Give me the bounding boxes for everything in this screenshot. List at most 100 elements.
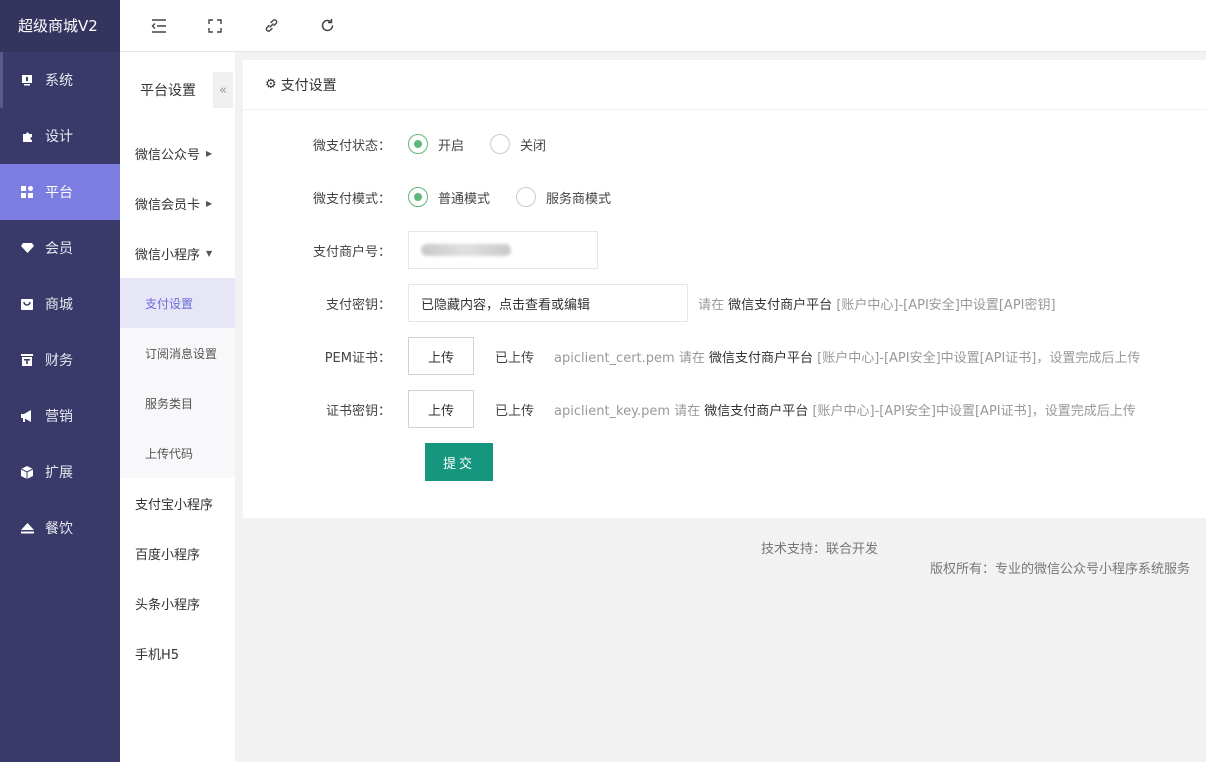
brand-title: 超级商城V2	[0, 0, 120, 52]
hint-platform: 微信支付商户平台	[728, 297, 833, 313]
merchant-id-label: 支付商户号：	[312, 244, 391, 260]
submenu-item-subscribe-message[interactable]: 订阅消息设置	[120, 328, 235, 378]
api-key-input[interactable]: 已隐藏内容，点击查看或编辑	[408, 284, 688, 322]
pem-hint: apiclient_cert.pem 请在 微信支付商户平台 [账户中心]-[A…	[554, 347, 1140, 366]
platform-submenu: 平台设置 « 微信公众号 ▶ 微信会员卡 ▶ 微信小程序 ▼ 支付设置 订阅消息…	[120, 52, 235, 762]
miniapp-submenu-group: 支付设置 订阅消息设置 服务类目 上传代码	[120, 278, 235, 478]
redacted-value	[421, 244, 511, 256]
grid-icon	[20, 185, 34, 199]
nav-item-marketing[interactable]: 营销	[0, 388, 120, 444]
submenu-item-baidu[interactable]: 百度小程序	[120, 528, 235, 578]
pay-status-label: 微支付状态：	[312, 138, 391, 154]
system-icon	[20, 73, 34, 87]
collapse-submenu-button[interactable]: «	[213, 72, 233, 108]
hint-text: apiclient_key.pem 请在	[554, 403, 701, 419]
submenu-item-wechat-miniapp[interactable]: 微信小程序 ▼	[120, 228, 235, 278]
nav-item-shop[interactable]: 商城	[0, 276, 120, 332]
main-sidebar: 超级商城V2 系统 设计 平台 会员 商城 财务 营销 扩展 餐饮	[0, 0, 120, 762]
pay-mode-normal-radio[interactable]: 普通模式	[408, 187, 490, 207]
link-icon[interactable]	[260, 15, 282, 37]
fullscreen-icon[interactable]	[204, 15, 226, 37]
hint-text: apiclient_cert.pem 请在	[554, 350, 705, 366]
merchant-id-input[interactable]	[408, 231, 598, 269]
pem-upload-status: 已上传	[495, 350, 535, 366]
cube-icon	[20, 465, 34, 479]
pem-cert-label: PEM证书：	[324, 350, 391, 366]
nav-item-finance[interactable]: 财务	[0, 332, 120, 388]
caret-right-icon: ▶	[206, 198, 213, 208]
key-upload-button[interactable]: 上传	[408, 390, 474, 428]
submenu-item-label: 微信小程序	[135, 247, 201, 263]
pay-status-on-radio[interactable]: 开启	[408, 134, 464, 154]
footer-support: 技术支持：联合开发	[760, 542, 878, 557]
submenu-title-text: 平台设置	[140, 83, 196, 99]
payment-settings-card: ⚙ 支付设置 微支付状态： 开启 关闭 微支付模式： 普通模式 服务商模式 支付…	[243, 60, 1206, 518]
nav-label: 财务	[45, 353, 73, 369]
pem-upload-button[interactable]: 上传	[408, 337, 474, 375]
gear-icon: ⚙	[265, 77, 277, 92]
hint-text: [账户中心]-[API安全]中设置[API证书]，设置完成后上传	[812, 403, 1136, 419]
pay-mode-label: 微支付模式：	[312, 191, 391, 207]
refresh-icon[interactable]	[316, 15, 338, 37]
submenu-item-payment-settings[interactable]: 支付设置	[120, 278, 235, 328]
nav-item-member[interactable]: 会员	[0, 220, 120, 276]
pay-mode-row: 微支付模式： 普通模式 服务商模式	[243, 187, 637, 207]
submenu-item-h5[interactable]: 手机H5	[120, 628, 235, 678]
radio-label: 开启	[438, 138, 465, 154]
footer-copyright: 版权所有：专业的微信公众号小程序系统服务	[930, 562, 1191, 577]
submenu-item-alipay[interactable]: 支付宝小程序	[120, 478, 235, 528]
cert-key-row: 证书密钥： 上传 已上传 apiclient_key.pem 请在 微信支付商户…	[243, 390, 1136, 428]
nav-item-system[interactable]: 系统	[0, 52, 120, 108]
submit-button[interactable]: 提交	[425, 443, 493, 481]
nav-item-extend[interactable]: 扩展	[0, 444, 120, 500]
cert-key-label: 证书密钥：	[325, 403, 391, 419]
finance-icon	[20, 353, 34, 367]
submenu-item-label: 微信公众号	[135, 147, 201, 163]
caret-right-icon: ▶	[206, 148, 213, 158]
radio-checked-icon	[408, 187, 428, 207]
nav-label: 餐饮	[45, 521, 73, 537]
card-title: 支付设置	[280, 77, 337, 94]
submenu-title: 平台设置 «	[120, 52, 235, 128]
submenu-item-wechat-official[interactable]: 微信公众号 ▶	[120, 128, 235, 178]
card-header: ⚙ 支付设置	[243, 60, 1206, 110]
submit-row: 提交	[425, 443, 493, 481]
radio-label: 服务商模式	[546, 191, 612, 207]
eject-icon	[20, 521, 34, 535]
pay-status-off-radio[interactable]: 关闭	[490, 134, 546, 154]
menu-toggle-icon[interactable]	[148, 15, 170, 37]
puzzle-icon	[20, 129, 34, 143]
hint-text: 请在	[698, 297, 725, 313]
nav-item-platform[interactable]: 平台	[0, 164, 120, 220]
pay-mode-service-radio[interactable]: 服务商模式	[516, 187, 611, 207]
merchant-id-row: 支付商户号：	[243, 231, 598, 269]
nav-label: 商城	[45, 297, 73, 313]
nav-label: 系统	[45, 73, 73, 89]
nav-label: 平台	[45, 185, 73, 201]
nav-item-catering[interactable]: 餐饮	[0, 500, 120, 556]
radio-unchecked-icon	[516, 187, 537, 207]
submenu-item-upload-code[interactable]: 上传代码	[120, 428, 235, 478]
hint-platform: 微信支付商户平台	[704, 403, 809, 419]
radio-checked-icon	[408, 134, 428, 154]
submenu-item-wechat-card[interactable]: 微信会员卡 ▶	[120, 178, 235, 228]
pay-status-row: 微支付状态： 开启 关闭	[243, 134, 572, 154]
hint-platform: 微信支付商户平台	[708, 350, 813, 366]
hint-text: [账户中心]-[API安全]中设置[API密钥]	[836, 297, 1056, 313]
radio-label: 关闭	[520, 138, 547, 154]
radio-unchecked-icon	[490, 134, 511, 154]
api-key-row: 支付密钥： 已隐藏内容，点击查看或编辑 请在 微信支付商户平台 [账户中心]-[…	[243, 284, 1056, 322]
diamond-icon	[20, 241, 34, 255]
key-upload-status: 已上传	[495, 403, 535, 419]
shop-icon	[20, 297, 34, 311]
submenu-item-service-category[interactable]: 服务类目	[120, 378, 235, 428]
key-hint: apiclient_key.pem 请在 微信支付商户平台 [账户中心]-[AP…	[554, 400, 1136, 419]
hint-text: [账户中心]-[API安全]中设置[API证书]，设置完成后上传	[817, 350, 1141, 366]
api-key-label: 支付密钥：	[325, 297, 391, 313]
megaphone-icon	[20, 409, 34, 423]
nav-label: 营销	[45, 409, 73, 425]
submenu-item-toutiao[interactable]: 头条小程序	[120, 578, 235, 628]
api-key-hint: 请在 微信支付商户平台 [账户中心]-[API安全]中设置[API密钥]	[698, 294, 1056, 313]
nav-item-design[interactable]: 设计	[0, 108, 120, 164]
page-footer: 技术支持：联合开发 版权所有：专业的微信公众号小程序系统服务	[243, 540, 1206, 580]
